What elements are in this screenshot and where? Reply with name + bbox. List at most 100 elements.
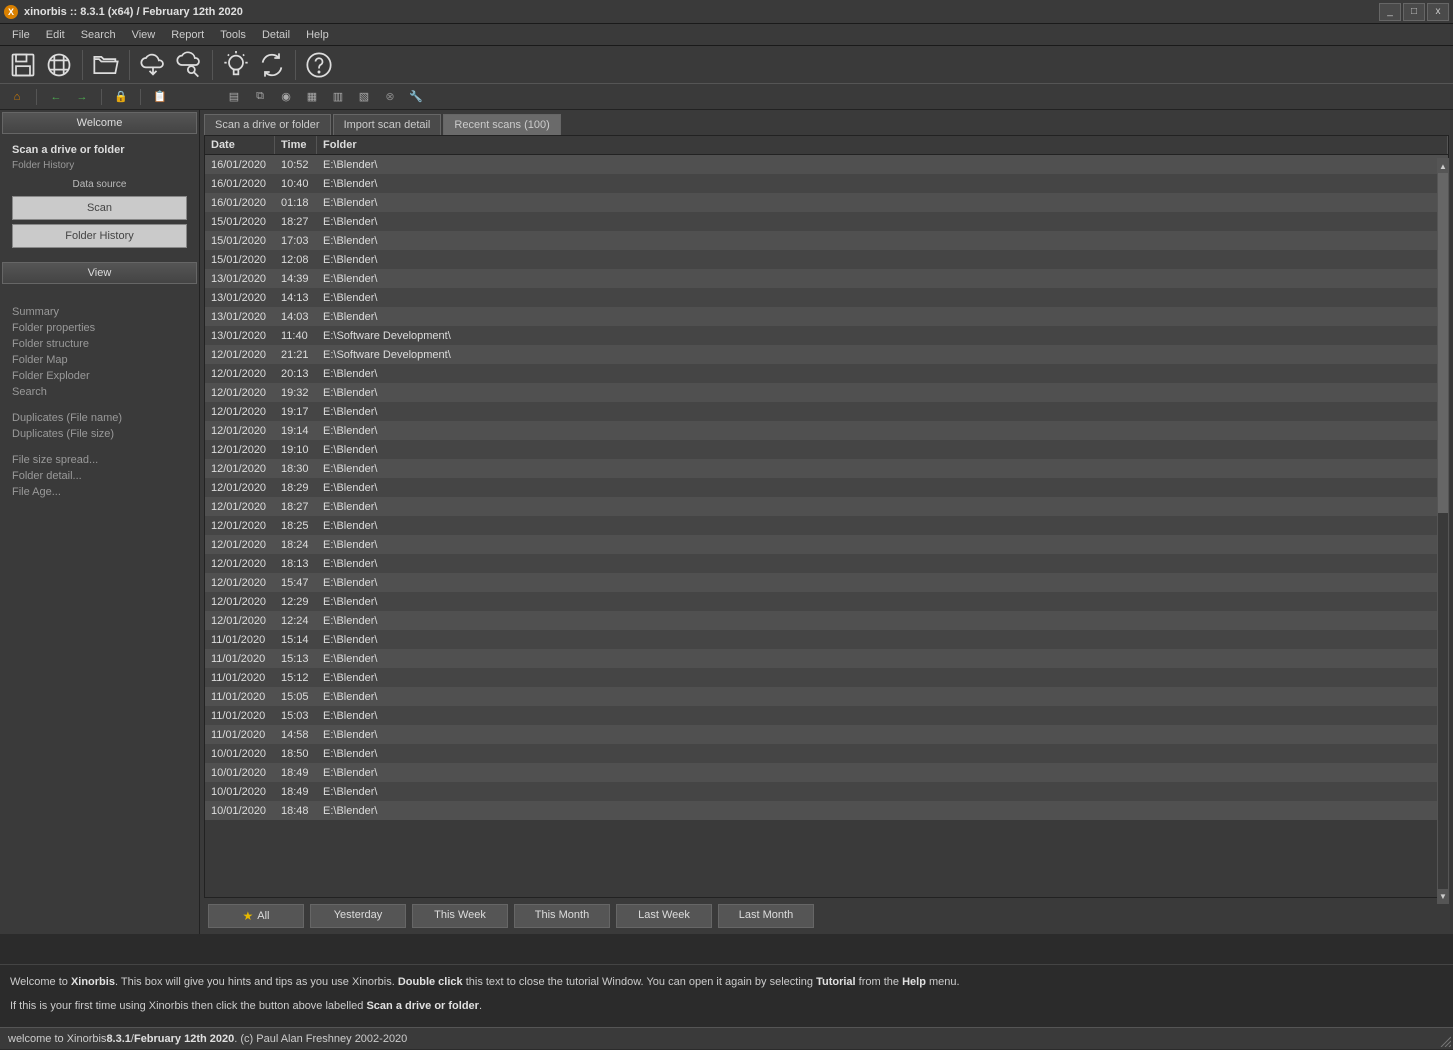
table-row[interactable]: 11/01/202015:05E:\Blender\ xyxy=(205,687,1448,706)
sidebar-link[interactable]: Summary xyxy=(12,304,187,320)
table-row[interactable]: 12/01/202018:13E:\Blender\ xyxy=(205,554,1448,573)
cloud-search-icon[interactable] xyxy=(172,48,206,82)
sidebar-link[interactable]: File Age... xyxy=(12,484,187,500)
filter-last-month[interactable]: Last Month xyxy=(718,904,814,928)
sidebar-link[interactable]: Folder Map xyxy=(12,352,187,368)
table-row[interactable]: 11/01/202015:12E:\Blender\ xyxy=(205,668,1448,687)
table-row[interactable]: 12/01/202018:24E:\Blender\ xyxy=(205,535,1448,554)
table-row[interactable]: 12/01/202019:14E:\Blender\ xyxy=(205,421,1448,440)
table-row[interactable]: 13/01/202014:13E:\Blender\ xyxy=(205,288,1448,307)
table-row[interactable]: 12/01/202012:29E:\Blender\ xyxy=(205,592,1448,611)
cancel-icon[interactable]: ⊗ xyxy=(381,88,399,106)
sidebar-link[interactable]: File size spread... xyxy=(12,452,187,468)
table-row[interactable]: 10/01/202018:50E:\Blender\ xyxy=(205,744,1448,763)
scroll-thumb[interactable] xyxy=(1438,173,1448,513)
table-row[interactable]: 16/01/202001:18E:\Blender\ xyxy=(205,193,1448,212)
table-row[interactable]: 11/01/202015:03E:\Blender\ xyxy=(205,706,1448,725)
sidebar-link[interactable]: Duplicates (File name) xyxy=(12,410,187,426)
table-row[interactable]: 11/01/202015:14E:\Blender\ xyxy=(205,630,1448,649)
folder-open-icon[interactable] xyxy=(89,48,123,82)
tutorial-box[interactable]: Welcome to Xinorbis. This box will give … xyxy=(0,964,1453,1019)
table-row[interactable]: 13/01/202014:03E:\Blender\ xyxy=(205,307,1448,326)
table-row[interactable]: 16/01/202010:40E:\Blender\ xyxy=(205,174,1448,193)
tab[interactable]: Import scan detail xyxy=(333,114,442,135)
page-icon[interactable]: ▤ xyxy=(225,88,243,106)
menu-file[interactable]: File xyxy=(4,27,38,43)
sidebar-link[interactable]: Folder structure xyxy=(12,336,187,352)
col-folder[interactable]: Folder xyxy=(317,136,1448,154)
refresh-icon[interactable] xyxy=(255,48,289,82)
table-row[interactable]: 11/01/202014:58E:\Blender\ xyxy=(205,725,1448,744)
folder-history-button[interactable]: Folder History xyxy=(12,224,187,248)
menu-report[interactable]: Report xyxy=(163,27,212,43)
minimize-button[interactable]: _ xyxy=(1379,3,1401,21)
scan-button[interactable]: Scan xyxy=(12,196,187,220)
menu-edit[interactable]: Edit xyxy=(38,27,73,43)
menu-view[interactable]: View xyxy=(124,27,164,43)
filter-yesterday[interactable]: Yesterday xyxy=(310,904,406,928)
copy-icon[interactable]: ⧉ xyxy=(251,88,269,106)
table-row[interactable]: 12/01/202018:30E:\Blender\ xyxy=(205,459,1448,478)
menu-search[interactable]: Search xyxy=(73,27,124,43)
table-row[interactable]: 12/01/202018:29E:\Blender\ xyxy=(205,478,1448,497)
maximize-button[interactable]: □ xyxy=(1403,3,1425,21)
back-icon[interactable]: ← xyxy=(47,88,65,106)
resize-grip-icon[interactable] xyxy=(1439,1035,1451,1047)
save-icon[interactable] xyxy=(6,48,40,82)
table-row[interactable]: 12/01/202019:32E:\Blender\ xyxy=(205,383,1448,402)
col-time[interactable]: Time xyxy=(275,136,317,154)
globe-icon[interactable]: ◉ xyxy=(277,88,295,106)
table-row[interactable]: 10/01/202018:48E:\Blender\ xyxy=(205,801,1448,820)
table-row[interactable]: 15/01/202012:08E:\Blender\ xyxy=(205,250,1448,269)
scrollbar[interactable]: ▲ ▼ xyxy=(1437,158,1449,904)
lightbulb-icon[interactable] xyxy=(219,48,253,82)
table-row[interactable]: 15/01/202017:03E:\Blender\ xyxy=(205,231,1448,250)
clipboard-icon[interactable]: 📋 xyxy=(151,88,169,106)
filter-this-week[interactable]: This Week xyxy=(412,904,508,928)
export-icon[interactable]: ▧ xyxy=(355,88,373,106)
tab[interactable]: Recent scans (100) xyxy=(443,114,560,135)
filter-all[interactable]: ★All xyxy=(208,904,304,928)
list-icon[interactable]: ▥ xyxy=(329,88,347,106)
menu-detail[interactable]: Detail xyxy=(254,27,298,43)
home-icon[interactable]: ⌂ xyxy=(8,88,26,106)
menu-tools[interactable]: Tools xyxy=(212,27,254,43)
table-row[interactable]: 16/01/202010:52E:\Blender\ xyxy=(205,155,1448,174)
document-icon[interactable]: ▦ xyxy=(303,88,321,106)
scroll-down-icon[interactable]: ▼ xyxy=(1438,889,1448,903)
sidebar-link[interactable]: Folder properties xyxy=(12,320,187,336)
col-date[interactable]: Date xyxy=(205,136,275,154)
tab[interactable]: Scan a drive or folder xyxy=(204,114,331,135)
filter-bar: ★AllYesterdayThis WeekThis MonthLast Wee… xyxy=(200,898,1453,934)
close-button[interactable]: x xyxy=(1427,3,1449,21)
table-row[interactable]: 15/01/202018:27E:\Blender\ xyxy=(205,212,1448,231)
table-row[interactable]: 12/01/202019:17E:\Blender\ xyxy=(205,402,1448,421)
table-row[interactable]: 12/01/202018:27E:\Blender\ xyxy=(205,497,1448,516)
table-row[interactable]: 10/01/202018:49E:\Blender\ xyxy=(205,782,1448,801)
table-row[interactable]: 12/01/202019:10E:\Blender\ xyxy=(205,440,1448,459)
table-row[interactable]: 10/01/202018:49E:\Blender\ xyxy=(205,763,1448,782)
sidebar-link[interactable]: Search xyxy=(12,384,187,400)
statusbar: welcome to Xinorbis 8.3.1 / February 12t… xyxy=(0,1027,1453,1049)
lock-icon[interactable]: 🔒 xyxy=(112,88,130,106)
help-icon[interactable] xyxy=(302,48,336,82)
table-row[interactable]: 12/01/202018:25E:\Blender\ xyxy=(205,516,1448,535)
sidebar-link[interactable]: Folder Exploder xyxy=(12,368,187,384)
sidebar-link[interactable]: Duplicates (File size) xyxy=(12,426,187,442)
grid-icon[interactable] xyxy=(42,48,76,82)
table-row[interactable]: 12/01/202012:24E:\Blender\ xyxy=(205,611,1448,630)
table-row[interactable]: 13/01/202014:39E:\Blender\ xyxy=(205,269,1448,288)
table-row[interactable]: 12/01/202021:21E:\Software Development\ xyxy=(205,345,1448,364)
table-row[interactable]: 11/01/202015:13E:\Blender\ xyxy=(205,649,1448,668)
scroll-up-icon[interactable]: ▲ xyxy=(1438,159,1448,173)
cloud-down-icon[interactable] xyxy=(136,48,170,82)
wrench-icon[interactable]: 🔧 xyxy=(407,88,425,106)
filter-last-week[interactable]: Last Week xyxy=(616,904,712,928)
menu-help[interactable]: Help xyxy=(298,27,337,43)
table-row[interactable]: 12/01/202020:13E:\Blender\ xyxy=(205,364,1448,383)
sidebar-link[interactable]: Folder detail... xyxy=(12,468,187,484)
table-row[interactable]: 13/01/202011:40E:\Software Development\ xyxy=(205,326,1448,345)
filter-this-month[interactable]: This Month xyxy=(514,904,610,928)
table-row[interactable]: 12/01/202015:47E:\Blender\ xyxy=(205,573,1448,592)
forward-icon[interactable]: → xyxy=(73,88,91,106)
